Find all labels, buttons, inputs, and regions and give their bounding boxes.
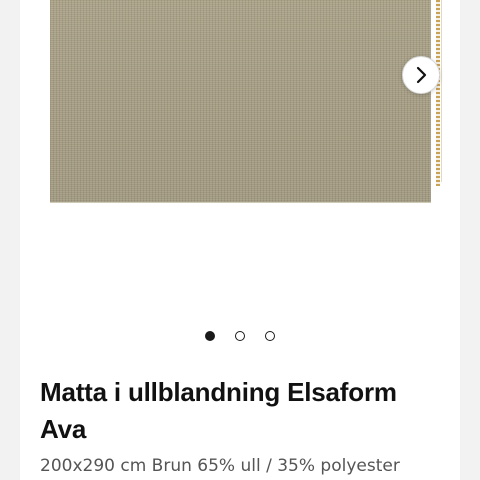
product-image[interactable]: [50, 0, 431, 202]
pagination-dot-1[interactable]: [205, 331, 215, 341]
product-subtitle: 200x290 cm Brun 65% ull / 35% polyester: [40, 456, 400, 476]
product-title: Matta i ullblandning Elsaform Ava: [40, 377, 397, 444]
next-image-preview: [436, 0, 440, 186]
page: Matta i ullblandning Elsaform Ava 200x29…: [0, 0, 480, 480]
next-image-edge: [441, 0, 442, 182]
product-card: Matta i ullblandning Elsaform Ava 200x29…: [20, 0, 460, 480]
image-carousel[interactable]: [20, 0, 460, 355]
pagination-dot-2[interactable]: [235, 331, 245, 341]
carousel-pagination: [20, 331, 460, 345]
next-image-button[interactable]: [402, 56, 440, 94]
pagination-dot-3[interactable]: [265, 331, 275, 341]
chevron-right-icon: [416, 66, 427, 84]
